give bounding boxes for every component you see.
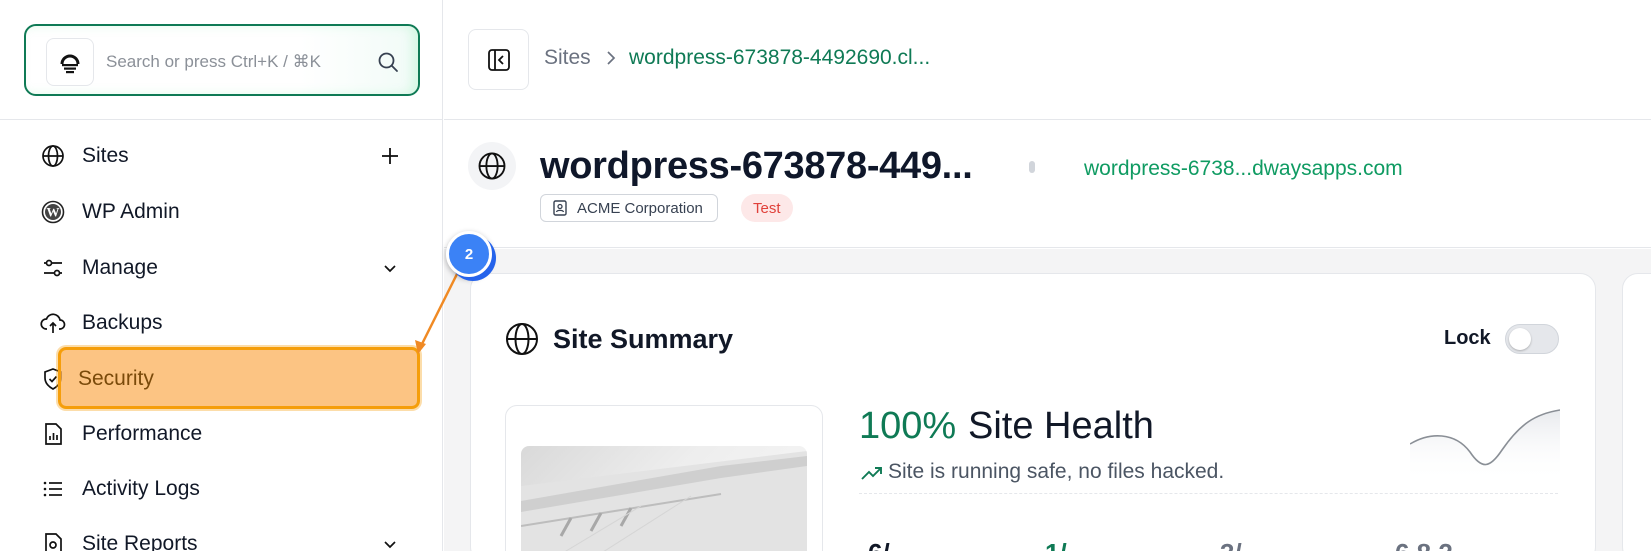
- card-title: Site Summary: [553, 324, 734, 354]
- wordpress-icon: W: [40, 199, 66, 225]
- list-icon: [40, 476, 66, 502]
- top-bar: Sites wordpress-673878-4492690.cl...: [444, 0, 1651, 120]
- plus-icon[interactable]: [378, 144, 402, 168]
- security-highlight[interactable]: Security: [58, 347, 420, 409]
- breadcrumb-current[interactable]: wordpress-673878-4492690.cl...: [629, 46, 930, 70]
- site-globe-icon: [468, 142, 516, 190]
- sidebar-toggle-button[interactable]: [468, 29, 529, 90]
- breadcrumb-sites-link[interactable]: Sites: [544, 46, 591, 70]
- sidebar-item-label: Activity Logs: [82, 477, 200, 500]
- separator-dot: [1029, 161, 1035, 173]
- sidebar-item-label: Performance: [82, 422, 203, 445]
- environment-badge: Test: [741, 194, 793, 222]
- chevron-right-icon: [607, 51, 616, 65]
- divider: [859, 493, 1558, 494]
- site-thumbnail[interactable]: [521, 446, 807, 551]
- step-marker: 2: [446, 231, 492, 277]
- search-input[interactable]: [106, 46, 346, 78]
- sidebar-item-label: Sites: [82, 144, 129, 167]
- chevron-down-icon[interactable]: [378, 532, 402, 551]
- cloud-upload-icon: [40, 310, 66, 336]
- svg-text:W: W: [47, 205, 60, 220]
- sidebar-item-label: Security: [78, 367, 154, 390]
- health-percent: 100%: [859, 405, 957, 447]
- sidebar-item-label: Manage: [82, 256, 158, 279]
- sidebar-item-performance[interactable]: Performance: [40, 414, 406, 454]
- sliders-icon: [40, 255, 66, 281]
- report-chart-icon: [40, 421, 66, 447]
- stat-value: 3/...: [1220, 538, 1263, 551]
- sidebar-item-site-reports[interactable]: Site Reports: [40, 524, 406, 551]
- sidebar: Sites W WP Admin Manage Backups: [0, 0, 443, 551]
- sidebar-item-label: Backups: [82, 311, 163, 334]
- stat-value: 1/...: [1045, 538, 1088, 551]
- sidebar-item-label: WP Admin: [82, 200, 180, 223]
- step-arrow: [415, 270, 460, 354]
- globe-icon: [40, 143, 66, 169]
- app-logo-icon[interactable]: [46, 38, 94, 86]
- building-icon: [551, 199, 569, 217]
- sidebar-collapse-icon: [487, 48, 510, 71]
- globe-icon: [506, 323, 538, 355]
- secondary-card: [1622, 273, 1651, 551]
- sidebar-item-wp-admin[interactable]: W WP Admin: [40, 192, 406, 232]
- lock-label: Lock: [1444, 327, 1491, 349]
- sidebar-item-manage[interactable]: Manage: [40, 248, 406, 288]
- health-sparkline: [1410, 409, 1560, 482]
- sidebar-item-sites[interactable]: Sites: [40, 136, 406, 176]
- organization-badge[interactable]: ACME Corporation: [540, 194, 718, 222]
- site-header: wordpress-673878-449... wordpress-6738..…: [444, 121, 1651, 248]
- toggle-knob: [1509, 328, 1531, 350]
- trending-up-icon: [861, 467, 882, 480]
- health-description: Site is running safe, no files hacked.: [888, 460, 1225, 483]
- health-label: Site Health: [968, 405, 1154, 447]
- chevron-down-icon[interactable]: [378, 256, 402, 280]
- sidebar-item-label: Site Reports: [82, 532, 198, 551]
- sidebar-divider: [0, 119, 443, 120]
- organization-name: ACME Corporation: [577, 199, 703, 217]
- sidebar-item-backups[interactable]: Backups: [40, 303, 406, 343]
- search-box[interactable]: [24, 24, 420, 96]
- stat-value: 6/...: [868, 538, 911, 551]
- sidebar-item-activity-logs[interactable]: Activity Logs: [40, 469, 406, 509]
- stat-value: 6.8.2: [1395, 538, 1453, 551]
- site-url-link[interactable]: wordpress-6738...dwaysapps.com: [1084, 157, 1403, 181]
- page-title: wordpress-673878-449...: [540, 145, 973, 187]
- search-icon[interactable]: [376, 50, 400, 74]
- report-icon: [40, 531, 66, 551]
- lock-toggle[interactable]: [1505, 324, 1559, 354]
